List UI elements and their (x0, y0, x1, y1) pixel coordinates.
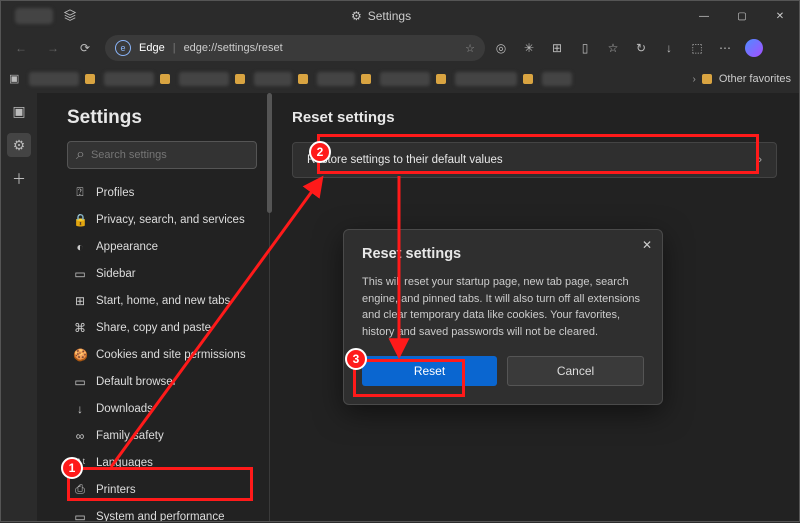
sidebar-item-label: Languages (96, 457, 153, 469)
lock-icon: 🔒 (73, 213, 87, 227)
restore-defaults-row[interactable]: Restore settings to their default values… (292, 142, 777, 178)
family-icon: ∞ (73, 429, 87, 443)
download-icon: ↓ (73, 402, 87, 416)
printer-icon: ⎙ (73, 482, 87, 497)
toolbar-extensions-icon[interactable]: ⬚ (689, 40, 705, 56)
forward-button[interactable]: → (41, 36, 65, 60)
toolbar-more-icon[interactable]: ⋯ (717, 40, 733, 56)
address-bar[interactable]: e Edge | edge://settings/reset ☆ (105, 35, 485, 61)
sidebar-item-profiles[interactable]: ⍰ Profiles (67, 179, 257, 206)
bookmark-item[interactable] (317, 72, 355, 86)
navbar: ← → ⟳ e Edge | edge://settings/reset ☆ ◎… (1, 31, 799, 65)
search-icon: ⌕ (76, 146, 85, 164)
language-icon: Aᵗ (73, 456, 87, 470)
sidebar-item-downloads[interactable]: ↓ Downloads (67, 395, 257, 422)
sidebar-item-printers[interactable]: ⎙ Printers (67, 476, 257, 503)
cookie-icon: 🍪 (73, 348, 87, 362)
gear-icon: ⚙ (351, 9, 362, 23)
dialog-close-button[interactable]: ✕ (642, 238, 652, 252)
sidebar-icon: ▭ (73, 267, 87, 281)
bookmark-item[interactable] (29, 72, 79, 86)
rail-newtab-icon[interactable]: ＋ (7, 167, 31, 191)
bookmark-item[interactable] (254, 72, 292, 86)
bookmark-tile-icon[interactable]: ▣ (9, 72, 23, 86)
sidebar-item-label: Printers (96, 484, 136, 496)
toolbar-extension-icon[interactable]: ✳ (521, 40, 537, 56)
toolbar-shield-icon[interactable]: ◎ (493, 40, 509, 56)
refresh-button[interactable]: ⟳ (73, 36, 97, 60)
sidebar-item-cookies[interactable]: 🍪 Cookies and site permissions (67, 341, 257, 368)
address-url: edge://settings/reset (184, 42, 283, 54)
dialog-body: This will reset your startup page, new t… (362, 274, 644, 340)
search-settings-input[interactable] (91, 149, 248, 161)
reset-button[interactable]: Reset (362, 356, 497, 386)
sidebar-item-label: Privacy, search, and services (96, 214, 245, 226)
settings-heading: Settings (67, 107, 257, 129)
sidebar-item-label: Downloads (96, 403, 153, 415)
share-icon: ⌘ (73, 321, 87, 335)
bookmarks-bar: ▣ › Other favorites (1, 65, 799, 93)
toolbar-favorites-icon[interactable]: ☆ (605, 40, 621, 56)
bookmark-item[interactable] (542, 72, 572, 86)
restore-defaults-label: Restore settings to their default values (307, 154, 503, 166)
sidebar-item-label: Sidebar (96, 268, 136, 280)
chevron-right-icon: › (758, 154, 762, 166)
maximize-button[interactable]: ▢ (723, 1, 761, 31)
bookmark-item[interactable] (104, 72, 154, 86)
bookmark-item[interactable] (380, 72, 430, 86)
sidebar-item-label: Start, home, and new tabs (96, 295, 230, 307)
titlebar: ⚙ Settings — ▢ ✕ (1, 1, 799, 31)
toolbar-collections-icon[interactable]: ▯ (577, 40, 593, 56)
sidebar-item-label: Appearance (96, 241, 158, 253)
workspaces-icon[interactable] (63, 9, 77, 23)
sidebar-item-label: System and performance (96, 511, 224, 522)
edge-icon: e (115, 40, 131, 56)
sidebar-item-default-browser[interactable]: ▭ Default browser (67, 368, 257, 395)
sidebar-item-label: Share, copy and paste (96, 322, 211, 334)
toolbar-grid-icon[interactable]: ⊞ (549, 40, 565, 56)
sidebar-item-appearance[interactable]: ◐ Appearance (67, 233, 257, 260)
sidebar-item-label: Family safety (96, 430, 164, 442)
bookmark-item[interactable] (179, 72, 229, 86)
sidebar-item-system[interactable]: ▭ System and performance (67, 503, 257, 521)
back-button[interactable]: ← (9, 36, 33, 60)
bookmark-overflow-chevron[interactable]: › (693, 74, 696, 85)
minimize-button[interactable]: — (685, 1, 723, 31)
close-button[interactable]: ✕ (761, 1, 799, 31)
profile-icon: ⍰ (73, 185, 87, 200)
settings-sidebar: Settings ⌕ ⍰ Profiles 🔒 Privacy, search, a… (37, 93, 269, 521)
sidebar-item-share[interactable]: ⌘ Share, copy and paste (67, 314, 257, 341)
copilot-icon[interactable] (745, 39, 763, 57)
bookmark-item[interactable] (455, 72, 517, 86)
cancel-button[interactable]: Cancel (507, 356, 644, 386)
sidebar-item-label: Cookies and site permissions (96, 349, 246, 361)
rail-tab-icon[interactable]: ▣ (7, 99, 31, 123)
tab-thumbnail[interactable] (15, 8, 53, 24)
window-title: Settings (368, 9, 411, 23)
appearance-icon: ◐ (73, 240, 87, 254)
dialog-title: Reset settings (362, 246, 644, 262)
reset-settings-dialog: ✕ Reset settings This will reset your st… (343, 229, 663, 405)
browser-icon: ▭ (73, 375, 87, 389)
sidebar-item-languages[interactable]: Aᵗ Languages (67, 449, 257, 476)
rail-settings-icon[interactable]: ⚙ (7, 133, 31, 157)
system-icon: ▭ (73, 510, 87, 522)
main-heading: Reset settings (292, 109, 777, 126)
address-brand: Edge (139, 42, 165, 54)
other-favorites-button[interactable]: Other favorites (702, 73, 791, 85)
sidebar-item-label: Default browser (96, 376, 177, 388)
vertical-tab-rail: ▣ ⚙ ＋ (1, 93, 37, 191)
sidebar-item-label: Profiles (96, 187, 134, 199)
other-favorites-label: Other favorites (719, 73, 791, 85)
sidebar-item-start[interactable]: ⊞ Start, home, and new tabs (67, 287, 257, 314)
scrollbar[interactable] (267, 93, 272, 213)
home-icon: ⊞ (73, 294, 87, 308)
toolbar-downloads-icon[interactable]: ↓ (661, 40, 677, 56)
sidebar-item-privacy[interactable]: 🔒 Privacy, search, and services (67, 206, 257, 233)
search-settings-box[interactable]: ⌕ (67, 141, 257, 169)
toolbar-history-icon[interactable]: ↻ (633, 40, 649, 56)
sidebar-item-sidebar[interactable]: ▭ Sidebar (67, 260, 257, 287)
favorite-star-icon[interactable]: ☆ (465, 42, 475, 55)
sidebar-item-family[interactable]: ∞ Family safety (67, 422, 257, 449)
